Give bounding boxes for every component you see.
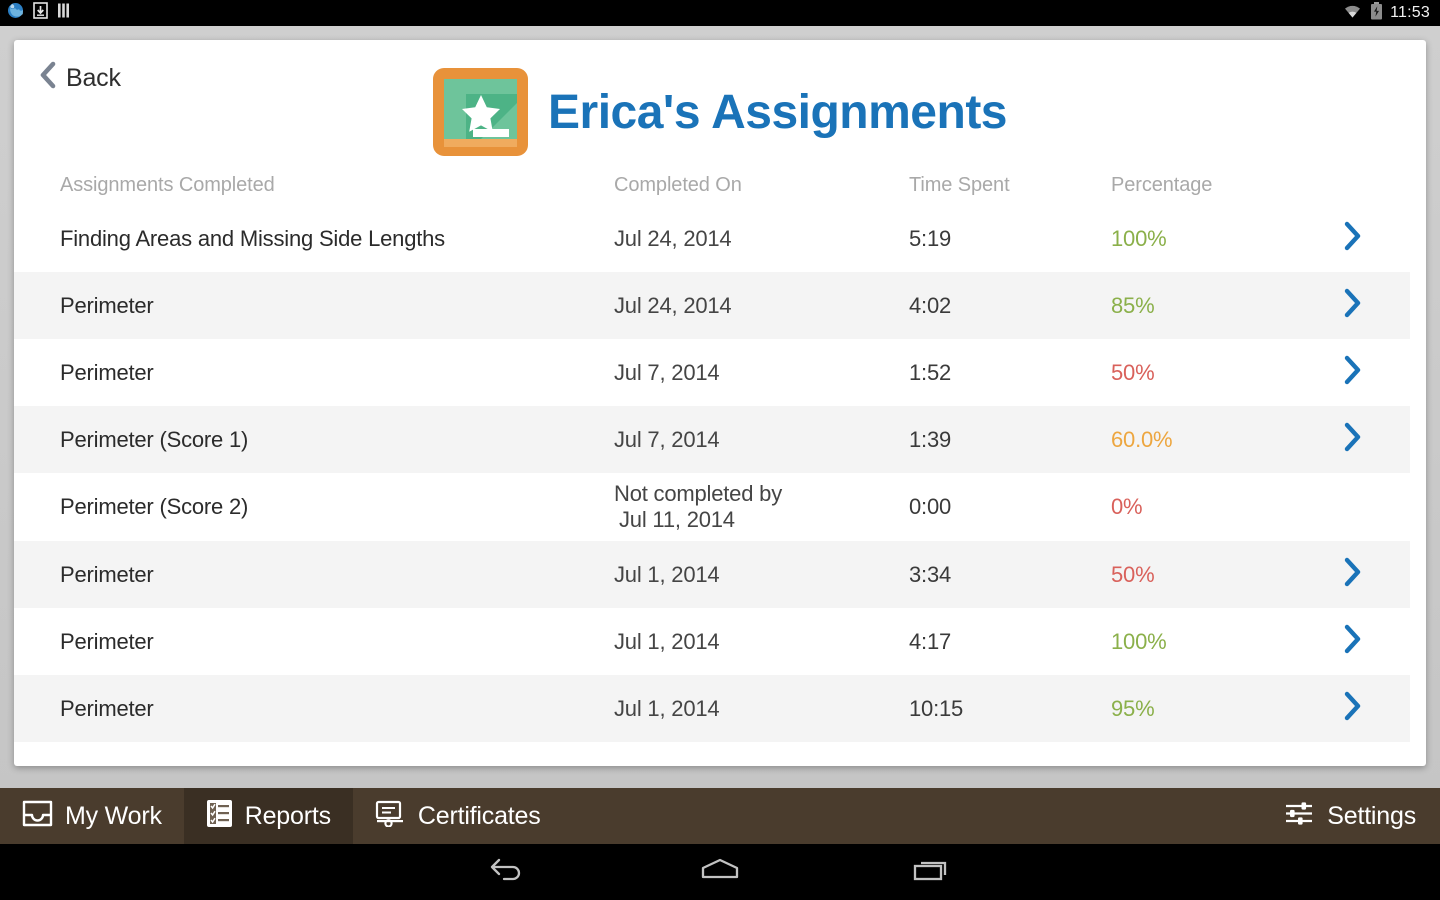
cell-percentage: 95% (1111, 695, 1155, 721)
status-bar-system-icons: 11:53 (1342, 1, 1440, 25)
assignments-card: Back Erica's Assignments Assignments Com… (14, 40, 1426, 766)
classroom-chalkboard-star-icon (433, 68, 528, 156)
column-header-assignments-completed: Assignments Completed (60, 173, 275, 196)
settings-button[interactable]: Settings (1262, 788, 1440, 844)
screen: 11:53 Back Erica's Assignments Assignmen… (0, 0, 1440, 900)
table-row[interactable]: Perimeter Jul 7, 2014 1:52 50% (14, 339, 1410, 406)
tab-label-certificates: Certificates (417, 801, 541, 830)
cell-percentage: 0% (1111, 494, 1143, 519)
checklist-icon (206, 799, 233, 833)
cell-time-spent: 1:39 (909, 426, 952, 452)
status-bar-clock: 11:53 (1390, 4, 1430, 21)
android-home-icon[interactable] (683, 851, 757, 894)
cell-assignment-name: Perimeter (60, 628, 154, 654)
cell-assignment-name: Perimeter (60, 292, 154, 318)
cell-completed-on-line1: Not completed by (614, 481, 782, 506)
battery-charging-icon (1370, 1, 1383, 25)
cell-percentage: 60.0% (1111, 426, 1173, 452)
table-row[interactable]: Finding Areas and Missing Side Lengths Ju… (14, 205, 1410, 272)
cell-assignment-name: Perimeter (Score 2) (60, 494, 249, 519)
tab-label-my-work: My Work (65, 801, 162, 830)
cell-percentage: 50% (1111, 359, 1155, 385)
cell-time-spent: 4:17 (909, 628, 952, 654)
sliders-icon (1284, 800, 1314, 832)
cell-completed-on: Jul 7, 2014 (614, 359, 720, 385)
android-back-icon[interactable] (473, 851, 543, 894)
cell-time-spent: 4:02 (909, 292, 952, 318)
table-row[interactable]: Perimeter Jul 1, 2014 3:34 50% (14, 541, 1410, 608)
cell-assignment-name: Perimeter (60, 695, 154, 721)
cell-completed-on: Jul 7, 2014 (614, 426, 720, 452)
cell-percentage: 85% (1111, 292, 1155, 318)
settings-label: Settings (1327, 801, 1416, 830)
android-recents-icon[interactable] (897, 851, 967, 894)
android-status-bar: 11:53 (0, 0, 1440, 26)
table-row[interactable]: Perimeter Jul 1, 2014 4:17 100% (14, 608, 1410, 675)
cell-time-spent: 3:34 (909, 561, 952, 587)
assignments-table-body: Finding Areas and Missing Side Lengths Ju… (14, 205, 1426, 742)
android-navigation-bar (0, 844, 1440, 900)
cell-time-spent: 5:19 (909, 225, 952, 251)
cell-assignment-name: Perimeter (60, 359, 154, 385)
table-row[interactable]: Perimeter (Score 1) Jul 7, 2014 1:39 60.0% (14, 406, 1410, 473)
inbox-icon (22, 800, 53, 832)
cell-completed-on: Jul 24, 2014 (614, 292, 732, 318)
table-row[interactable]: Perimeter Jul 1, 2014 10:15 95% (14, 675, 1410, 742)
cell-percentage: 100% (1111, 225, 1167, 251)
row-chevron-right-icon[interactable] (1341, 624, 1396, 659)
cell-assignment-name: Perimeter (60, 561, 154, 587)
cell-assignment-name: Perimeter (Score 1) (60, 426, 249, 452)
tab-my-work[interactable]: My Work (0, 788, 184, 844)
sim-card-icon (57, 2, 72, 24)
cell-completed-on: Jul 1, 2014 (614, 695, 720, 721)
column-header-percentage: Percentage (1111, 173, 1213, 196)
cell-completed-on: Not completed by Jul 11, 2014 (614, 481, 909, 533)
row-chevron-right-icon[interactable] (1341, 422, 1396, 457)
status-bar-notification-icons (0, 2, 72, 24)
row-chevron-right-icon[interactable] (1341, 288, 1396, 323)
bottom-tab-bar: My Work Reports Certificates Settings (0, 788, 1440, 844)
row-chevron-right-icon[interactable] (1341, 221, 1396, 256)
cell-completed-on: Jul 1, 2014 (614, 628, 720, 654)
card-header: Back Erica's Assignments (14, 40, 1426, 165)
cell-completed-on: Jul 24, 2014 (614, 225, 732, 251)
tab-label-reports: Reports (244, 801, 331, 830)
tab-reports[interactable]: Reports (183, 788, 353, 844)
cell-time-spent: 0:00 (909, 494, 952, 519)
table-row: Perimeter (Score 2) Not completed by Jul 1… (14, 473, 1410, 541)
cell-completed-on-line2: Jul 11, 2014 (619, 507, 735, 532)
wifi-icon (1342, 2, 1363, 24)
cell-assignment-name: Finding Areas and Missing Side Lengths (60, 225, 445, 251)
certificate-icon (375, 800, 406, 832)
column-header-completed-on: Completed On (614, 173, 742, 196)
table-header-row: Assignments Completed Completed On Time … (14, 165, 1426, 205)
row-chevron-right-icon[interactable] (1341, 355, 1396, 390)
page-title: Erica's Assignments (548, 85, 1008, 139)
cell-percentage: 100% (1111, 628, 1167, 654)
cell-completed-on: Jul 1, 2014 (614, 561, 720, 587)
column-header-time-spent: Time Spent (909, 173, 1010, 196)
table-row[interactable]: Perimeter Jul 24, 2014 4:02 85% (14, 272, 1410, 339)
download-icon (33, 2, 48, 24)
tab-certificates[interactable]: Certificates (353, 788, 563, 844)
cell-time-spent: 1:52 (909, 359, 952, 385)
row-chevron-right-icon[interactable] (1341, 691, 1396, 726)
cell-percentage: 50% (1111, 561, 1155, 587)
cell-time-spent: 10:15 (909, 695, 964, 721)
browser-icon (7, 2, 24, 24)
row-chevron-right-icon[interactable] (1341, 557, 1396, 592)
page-title-group: Erica's Assignments (14, 68, 1426, 156)
